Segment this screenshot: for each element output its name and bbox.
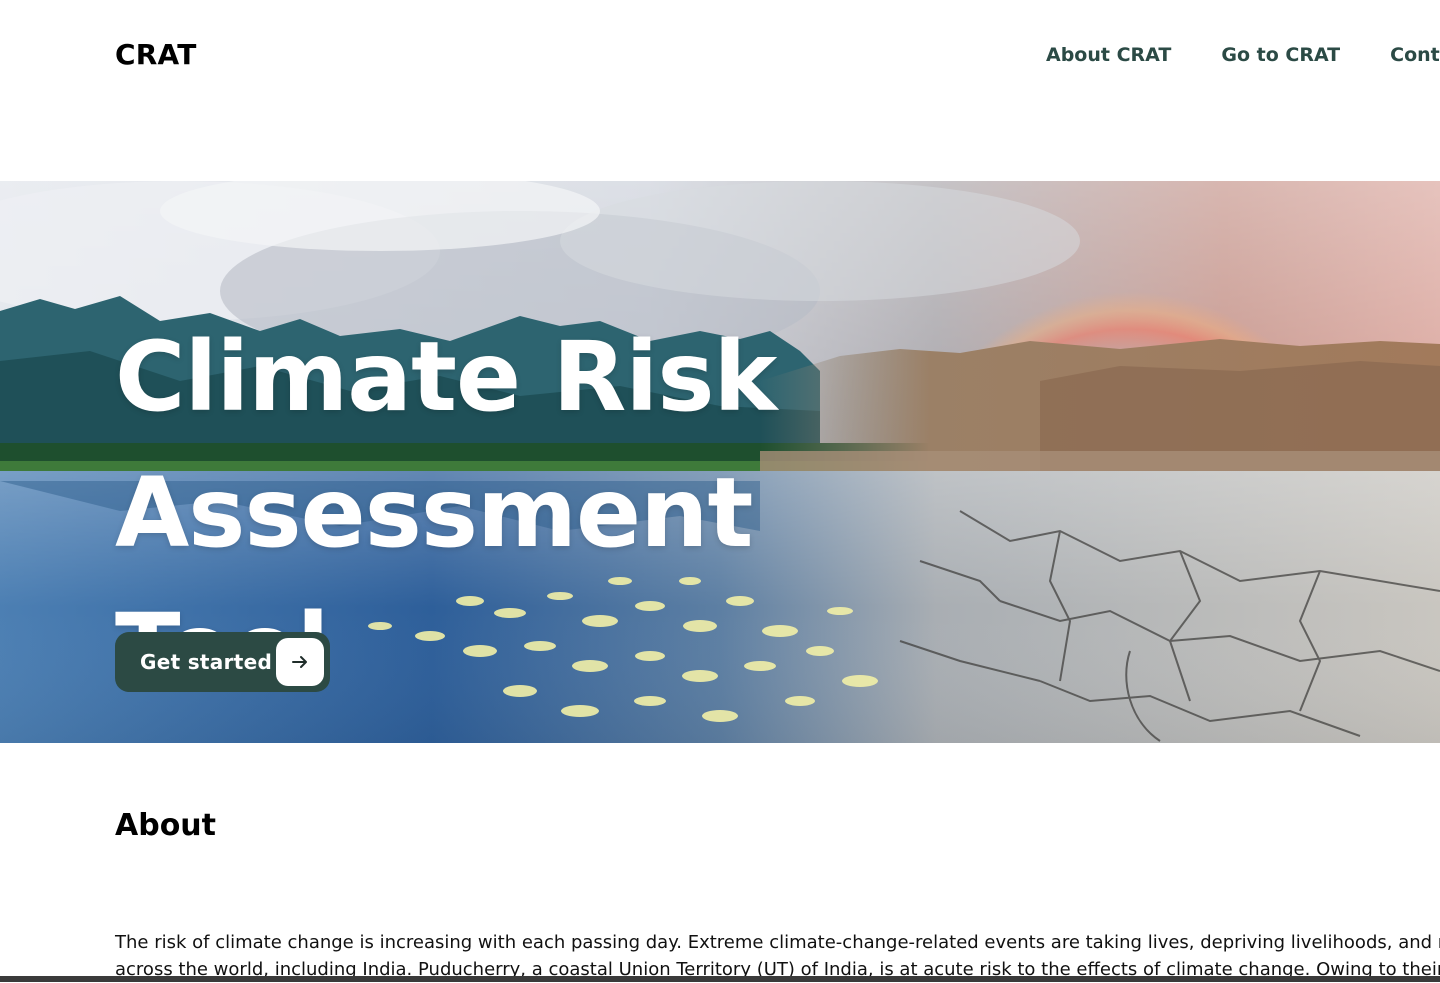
hero-banner: Climate Risk Assessment Tool Get started bbox=[0, 181, 1440, 743]
site-header: CRAT About CRAT Go to CRAT Contact bbox=[0, 0, 1440, 115]
nav-link-go-to-crat[interactable]: Go to CRAT bbox=[1221, 44, 1340, 66]
horizontal-scrollbar[interactable] bbox=[0, 976, 1440, 982]
nav-link-about-crat[interactable]: About CRAT bbox=[1046, 44, 1171, 66]
arrow-right-icon bbox=[276, 638, 324, 686]
main-nav: About CRAT Go to CRAT Contact bbox=[1046, 44, 1440, 66]
hero-title-line1: Climate Risk bbox=[115, 321, 777, 433]
about-paragraph: The risk of climate change is increasing… bbox=[115, 929, 1440, 983]
site-logo[interactable]: CRAT bbox=[115, 38, 197, 71]
get-started-button[interactable]: Get started bbox=[115, 632, 330, 692]
about-heading: About bbox=[115, 808, 217, 843]
get-started-label: Get started bbox=[140, 650, 273, 674]
nav-link-contact[interactable]: Contact bbox=[1390, 44, 1440, 66]
about-paragraph-line1: The risk of climate change is increasing… bbox=[115, 932, 1440, 953]
